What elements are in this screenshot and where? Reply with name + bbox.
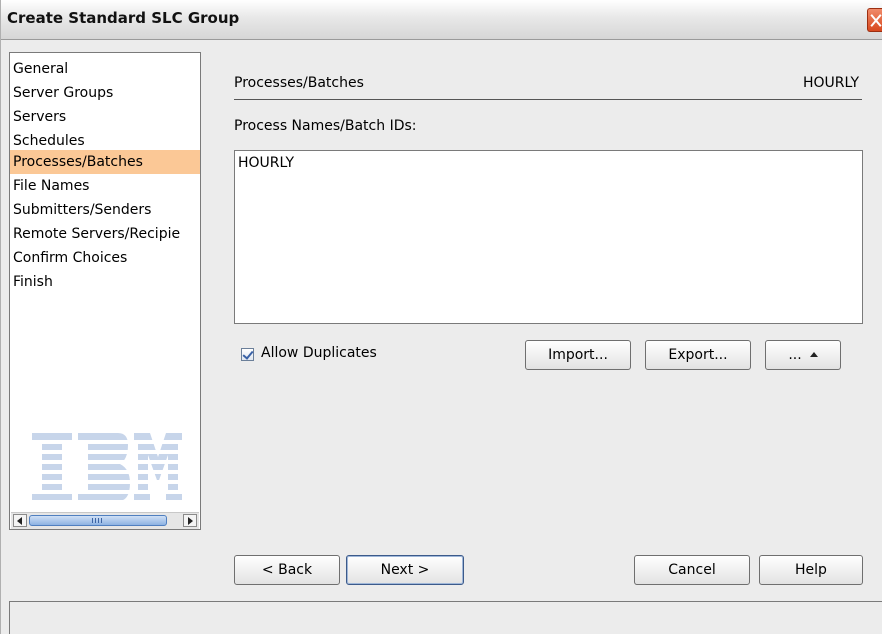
- nav-item-processes-batches[interactable]: Processes/Batches: [10, 150, 200, 174]
- close-icon[interactable]: [867, 8, 882, 32]
- section-title: Processes/Batches: [234, 75, 364, 91]
- nav-item-remote-servers[interactable]: Remote Servers/Recipie: [10, 222, 200, 246]
- import-button[interactable]: Import...: [525, 340, 631, 370]
- wizard-step-list: General Server Groups Servers Schedules …: [9, 52, 201, 530]
- nav-item-file-names[interactable]: File Names: [10, 174, 200, 198]
- caret-up-icon: [809, 352, 818, 357]
- dialog-window: Create Standard SLC Group General Server…: [0, 0, 882, 634]
- window-title: Create Standard SLC Group: [7, 9, 240, 27]
- cancel-button[interactable]: Cancel: [634, 555, 750, 585]
- group-name-value: HOURLY: [802, 75, 859, 91]
- scroll-thumb[interactable]: [29, 515, 167, 526]
- title-bar: Create Standard SLC Group: [1, 0, 882, 40]
- nav-item-general[interactable]: General: [10, 57, 200, 81]
- arrow-right-icon[interactable]: [183, 514, 197, 527]
- horizontal-scrollbar[interactable]: [11, 512, 199, 529]
- nav-item-submitters-senders[interactable]: Submitters/Senders: [10, 198, 200, 222]
- more-options-button[interactable]: ...: [765, 340, 841, 370]
- next-button[interactable]: Next >: [346, 555, 464, 585]
- allow-duplicates-label[interactable]: Allow Duplicates: [261, 345, 377, 361]
- nav-item-server-groups[interactable]: Server Groups: [10, 81, 200, 105]
- more-options-label: ...: [788, 347, 802, 363]
- back-button[interactable]: < Back: [234, 555, 340, 585]
- process-names-label: Process Names/Batch IDs:: [234, 118, 417, 134]
- section-header: Processes/Batches HOURLY: [234, 70, 862, 100]
- allow-duplicates-checkbox[interactable]: [241, 348, 254, 361]
- nav-item-finish[interactable]: Finish: [10, 270, 200, 294]
- status-bar: [9, 601, 882, 634]
- ibm-logo: [32, 433, 182, 501]
- help-button[interactable]: Help: [759, 555, 863, 585]
- export-button[interactable]: Export...: [645, 340, 751, 370]
- arrow-left-icon[interactable]: [13, 514, 27, 527]
- nav-item-servers[interactable]: Servers: [10, 105, 200, 129]
- nav-item-confirm-choices[interactable]: Confirm Choices: [10, 246, 200, 270]
- process-names-textarea[interactable]: HOURLY: [234, 150, 863, 324]
